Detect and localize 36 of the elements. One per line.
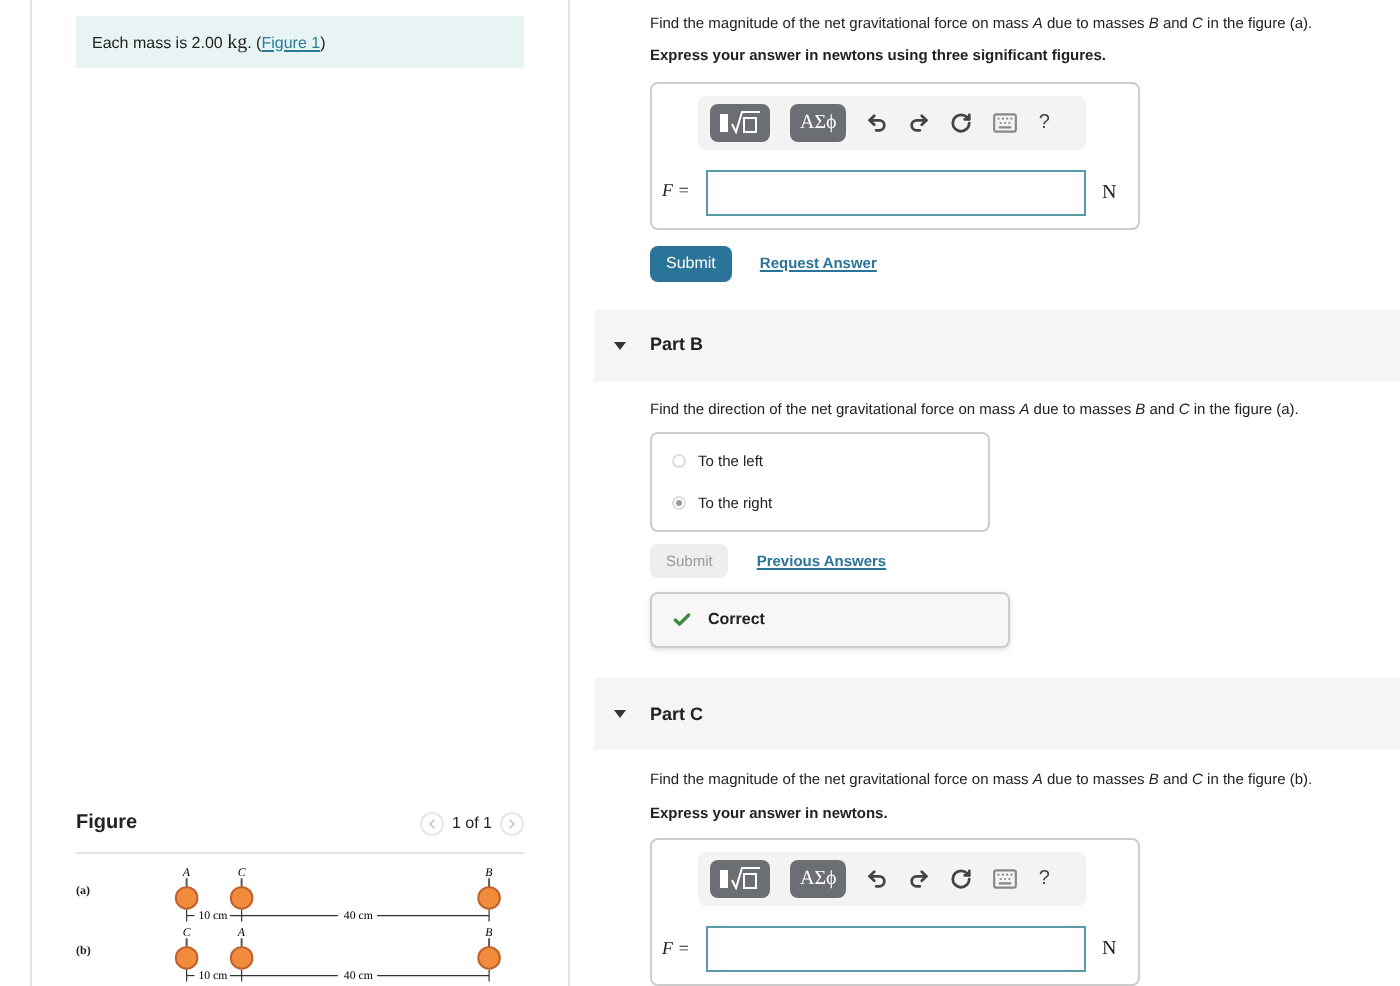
figure-title: Figure: [76, 810, 138, 838]
square-root-template-icon: [718, 866, 762, 891]
square-root-template-icon: [718, 110, 762, 134]
radio-button[interactable]: [672, 496, 686, 511]
greek-symbols-button[interactable]: ΑΣϕ: [790, 103, 847, 141]
variable-label: F =: [662, 178, 690, 205]
part-header[interactable]: Part B: [594, 309, 1400, 381]
answer-field[interactable]: [706, 169, 1086, 215]
submit-button[interactable]: Submit: [650, 245, 732, 281]
part-title: Part C: [650, 701, 704, 727]
greek-symbols-button[interactable]: ΑΣϕ: [790, 859, 847, 898]
redo-icon[interactable]: [908, 867, 931, 890]
radio-button[interactable]: [672, 453, 686, 468]
keyboard-icon[interactable]: [992, 109, 1019, 135]
variable-label: F =: [662, 935, 690, 961]
info-text: Each mass is 2.00 kg. (Figure 1): [92, 29, 326, 57]
answer-field[interactable]: [706, 925, 1086, 972]
page-counter: 1 of 1: [451, 811, 492, 835]
feedback-text: Correct: [708, 608, 765, 633]
help-button[interactable]: ?: [1038, 863, 1050, 894]
help-button[interactable]: ?: [1038, 107, 1050, 137]
reset-icon[interactable]: [950, 111, 973, 133]
reset-icon[interactable]: [950, 867, 973, 890]
check-icon: [672, 610, 692, 631]
part-title: Part B: [650, 331, 704, 358]
undo-icon[interactable]: [866, 867, 889, 890]
redo-icon[interactable]: [908, 111, 931, 133]
unit-label: N: [1102, 935, 1117, 964]
keyboard-icon[interactable]: [992, 865, 1019, 892]
part-header[interactable]: Part C: [594, 678, 1400, 751]
unit-label: N: [1102, 179, 1117, 207]
templates-button[interactable]: [710, 859, 770, 898]
figure-link[interactable]: Figure 1: [261, 33, 321, 51]
templates-button[interactable]: [710, 103, 770, 141]
chevron-right-icon: [504, 815, 520, 831]
undo-icon[interactable]: [866, 111, 889, 133]
